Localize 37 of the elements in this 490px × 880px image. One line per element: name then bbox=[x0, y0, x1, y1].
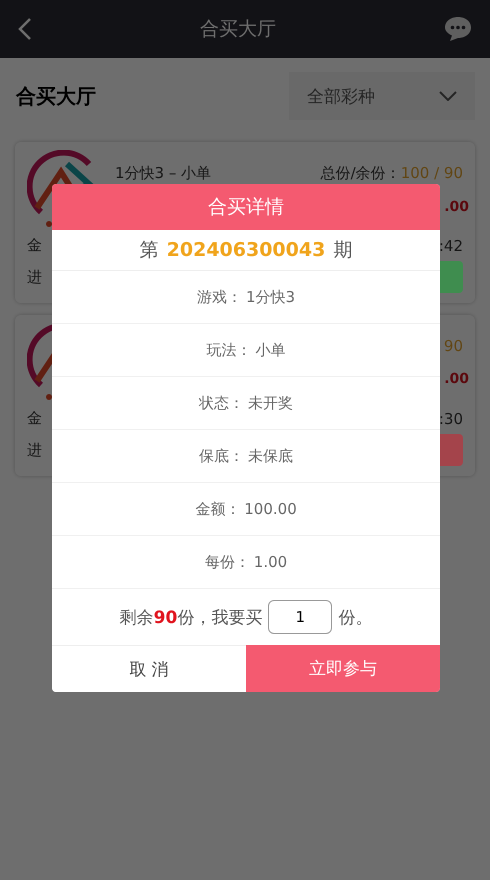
time-text: :42 bbox=[438, 236, 463, 254]
detail-label: 玩法： bbox=[206, 340, 252, 360]
detail-label: 金额： bbox=[195, 500, 240, 518]
section-title: 合买大厅 bbox=[16, 82, 96, 110]
chevron-down-icon bbox=[439, 91, 457, 101]
issue-prefix: 第 bbox=[140, 238, 159, 263]
detail-label: 每份： bbox=[204, 552, 250, 572]
amount-value: .00 bbox=[444, 199, 469, 215]
detail-label: 保底： bbox=[199, 446, 244, 466]
issue-number: 202406300043 bbox=[166, 239, 326, 261]
detail-value: 1分快3 bbox=[246, 288, 296, 306]
page-title: 合买大厅 bbox=[200, 17, 276, 42]
chat-icon[interactable] bbox=[444, 16, 472, 42]
quantity-field[interactable]: 1 bbox=[268, 600, 332, 634]
progress-label: 进 bbox=[27, 268, 42, 286]
amount-label: 金 bbox=[27, 409, 42, 428]
progress-label: 进 bbox=[27, 440, 42, 460]
detail-value: 未开奖 bbox=[248, 394, 293, 412]
back-icon[interactable] bbox=[18, 17, 32, 41]
time-text: :30 bbox=[438, 410, 463, 428]
dialog-title: 合买详情 bbox=[52, 184, 440, 230]
amount-label: 金 bbox=[27, 236, 42, 255]
detail-label: 状态： bbox=[199, 394, 244, 412]
unit-text: 份。 bbox=[338, 606, 372, 628]
card-title: 1分快3 – 小单 bbox=[115, 164, 212, 183]
share-count: 90 bbox=[444, 337, 463, 355]
issue-suffix: 期 bbox=[333, 238, 352, 263]
share-count: 100 / 90 bbox=[400, 164, 463, 182]
detail-label: 游戏： bbox=[196, 288, 242, 306]
amount-value: .00 bbox=[444, 371, 469, 387]
remaining-text: 剩余90份，我要买 bbox=[120, 606, 262, 628]
detail-value: 100.00 bbox=[244, 500, 297, 518]
cancel-button[interactable]: 取 消 bbox=[52, 645, 246, 692]
detail-value: 小单 bbox=[256, 340, 286, 360]
detail-value: 未保底 bbox=[248, 446, 293, 466]
share-label: 总份/余份： bbox=[320, 164, 401, 182]
detail-value: 1.00 bbox=[254, 553, 288, 571]
